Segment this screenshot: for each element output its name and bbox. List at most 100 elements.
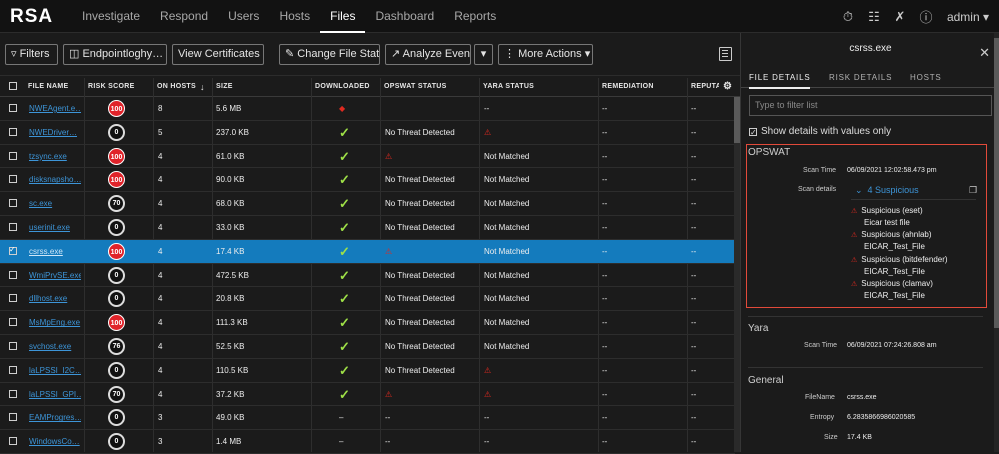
table-row[interactable]: tzsync.exe 100 4 61.0 KB ✓ ⚠ Not Matched -- -- <box>0 145 735 169</box>
col-size[interactable]: SIZE <box>216 77 256 97</box>
help-icon[interactable]: ⓘ <box>913 7 939 26</box>
nav-users[interactable]: Users <box>218 0 269 33</box>
analyze-dropdown-button[interactable]: ▾ <box>474 44 493 65</box>
file-name-link[interactable]: userinit.exe <box>29 216 81 239</box>
filters-button[interactable]: ▿ Filters <box>5 44 58 65</box>
tab-hosts[interactable]: HOSTS <box>910 73 942 82</box>
col-on-hosts[interactable]: ON HOSTS <box>157 77 199 97</box>
file-name-link[interactable]: laLPSSI_I2C… <box>29 359 81 382</box>
nav-reports[interactable]: Reports <box>444 0 506 33</box>
table-row[interactable]: svchost.exe 76 4 52.5 KB ✓ No Threat Detected… <box>0 335 735 359</box>
row-checkbox[interactable] <box>9 294 17 303</box>
size-value: 17.4 KB <box>847 434 872 441</box>
col-remediation[interactable]: REMEDIATION <box>602 77 682 97</box>
col-downloaded[interactable]: DOWNLOADED <box>315 77 380 97</box>
file-name-link[interactable]: csrss.exe <box>29 240 81 263</box>
table-row[interactable]: laLPSSI_I2C… 0 4 110.5 KB ✓ No Threat Detecte… <box>0 359 735 383</box>
table-row[interactable]: WindowsCo… 0 3 1.4 MB – -- -- -- -- <box>0 430 735 454</box>
scan-details-toggle[interactable]: ⌄ 4 Suspicious <box>855 185 919 196</box>
analyze-events-button[interactable]: ↗ Analyze Events <box>385 44 471 65</box>
file-name-link[interactable]: NWEDriver… <box>29 121 81 144</box>
table-row[interactable]: csrss.exe 100 4 17.4 KB ✓ ⚠ Not Matched -- -- <box>0 239 735 264</box>
opswat-scan-time-label: Scan Time <box>803 167 837 174</box>
row-checkbox[interactable] <box>9 104 17 112</box>
row-checkbox[interactable] <box>9 245 17 255</box>
sort-desc-icon[interactable]: ↓ <box>200 77 210 97</box>
file-name-link[interactable]: dllhost.exe <box>29 287 81 310</box>
row-checkbox[interactable] <box>9 222 17 231</box>
file-name-link[interactable]: WmiPrvSE.exe <box>29 264 81 287</box>
file-name-link[interactable]: disksnapsho… <box>29 168 81 191</box>
file-name-link[interactable]: sc.exe <box>29 192 81 215</box>
nav-dashboard[interactable]: Dashboard <box>365 0 444 33</box>
row-checkbox[interactable] <box>9 437 17 446</box>
file-name-link[interactable]: tzsync.exe <box>29 145 81 168</box>
copy-icon[interactable]: ❐ <box>969 185 977 196</box>
table-row[interactable]: NWEAgent.e… 100 8 5.6 MB ◆ -- -- -- <box>0 97 735 121</box>
col-yara-status[interactable]: YARA STATUS <box>483 77 573 97</box>
file-name-link[interactable]: laLPSSI_GPI… <box>29 383 81 406</box>
tools-icon[interactable]: ✗ <box>887 9 913 25</box>
timer-icon[interactable]: ⏱ <box>835 9 861 25</box>
user-menu[interactable]: admin ▾ <box>947 10 989 24</box>
opswat-cell: ⚠ <box>385 383 477 406</box>
row-checkbox[interactable] <box>9 389 17 398</box>
show-values-only-toggle[interactable]: ✓ Show details with values only <box>749 126 891 137</box>
table-row[interactable]: MsMpEng.exe 100 4 111.3 KB ✓ No Threat Detect… <box>0 311 735 335</box>
reputation-value: -- <box>691 294 697 304</box>
file-name-link[interactable]: svchost.exe <box>29 335 81 358</box>
file-name-link[interactable]: MsMpEng.exe <box>29 311 81 334</box>
opswat-status: -- <box>385 437 391 447</box>
panel-scrollbar[interactable] <box>994 33 999 452</box>
table-row[interactable]: NWEDriver… 0 5 237.0 KB ✓ No Threat Detected ⚠… <box>0 121 735 145</box>
col-reputation[interactable]: REPUTA <box>691 77 719 97</box>
select-all-checkbox[interactable] <box>9 82 17 90</box>
reputation-value: -- <box>691 270 697 280</box>
nav-hosts[interactable]: Hosts <box>269 0 320 33</box>
table-row[interactable]: laLPSSI_GPI… 70 4 37.2 KB ✓ ⚠ ⚠ -- -- <box>0 383 735 407</box>
scrollbar-thumb[interactable] <box>994 38 999 328</box>
file-name-link[interactable]: EAMProgres… <box>29 406 81 429</box>
nav-investigate[interactable]: Investigate <box>72 0 150 33</box>
remediation-value: -- <box>602 413 608 423</box>
service-select[interactable]: ◫ Endpointloghy… ▾ <box>63 44 167 65</box>
col-file-name[interactable]: FILE NAME <box>28 77 83 97</box>
table-row[interactable]: WmiPrvSE.exe 0 4 472.5 KB ✓ No Threat Detecte… <box>0 264 735 288</box>
column-chooser-icon[interactable] <box>719 47 732 61</box>
table-row[interactable]: disksnapsho… 100 4 90.0 KB ✓ No Threat Detect… <box>0 168 735 193</box>
row-checkbox[interactable] <box>9 318 17 327</box>
row-checkbox[interactable] <box>9 341 17 350</box>
downloaded-cell: ✓ <box>339 264 359 287</box>
col-risk-score[interactable]: RISK SCORE <box>88 77 152 97</box>
nav-respond[interactable]: Respond <box>150 0 218 33</box>
sliders-icon[interactable]: ☷ <box>861 9 887 25</box>
nav-files[interactable]: Files <box>320 0 366 33</box>
table-row[interactable]: userinit.exe 0 4 33.0 KB ✓ No Threat Detected… <box>0 216 735 240</box>
table-row[interactable]: dllhost.exe 0 4 20.8 KB ✓ No Threat Detected N… <box>0 287 735 312</box>
row-checkbox[interactable] <box>9 127 17 136</box>
opswat-cell: No Threat Detected <box>385 287 477 310</box>
change-file-status-button[interactable]: ✎ Change File Status <box>279 44 380 65</box>
file-name-link[interactable]: NWEAgent.e… <box>29 97 81 120</box>
close-icon[interactable]: ✕ <box>979 45 990 61</box>
col-opswat-status[interactable]: OPSWAT STATUS <box>384 77 474 97</box>
tab-file-details[interactable]: FILE DETAILS <box>749 73 811 89</box>
table-row[interactable]: sc.exe 70 4 68.0 KB ✓ No Threat Detected Not M… <box>0 192 735 216</box>
file-name-link[interactable]: WindowsCo… <box>29 430 81 453</box>
view-certificates-button[interactable]: View Certificates <box>172 44 264 65</box>
row-checkbox[interactable] <box>9 365 17 374</box>
table-row[interactable]: EAMProgres… 0 3 49.0 KB – -- -- -- -- <box>0 406 735 431</box>
row-checkbox[interactable] <box>9 413 17 422</box>
row-checkbox[interactable] <box>9 175 17 184</box>
checkbox-checked-icon[interactable]: ✓ <box>749 128 757 137</box>
tab-risk-details[interactable]: RISK DETAILS <box>829 73 892 82</box>
row-checkbox[interactable] <box>9 270 17 279</box>
suspicious-name: Eicar test file <box>864 218 910 227</box>
filter-list-input[interactable]: Type to filter list <box>749 95 992 116</box>
settings-icon[interactable]: ⚙ <box>723 77 735 97</box>
yara-heading: Yara <box>748 323 769 334</box>
downloaded-cell: – <box>339 406 359 429</box>
row-checkbox[interactable] <box>9 199 17 208</box>
more-actions-button[interactable]: ⋮ More Actions ▾ <box>498 44 593 65</box>
row-checkbox[interactable] <box>9 151 17 160</box>
